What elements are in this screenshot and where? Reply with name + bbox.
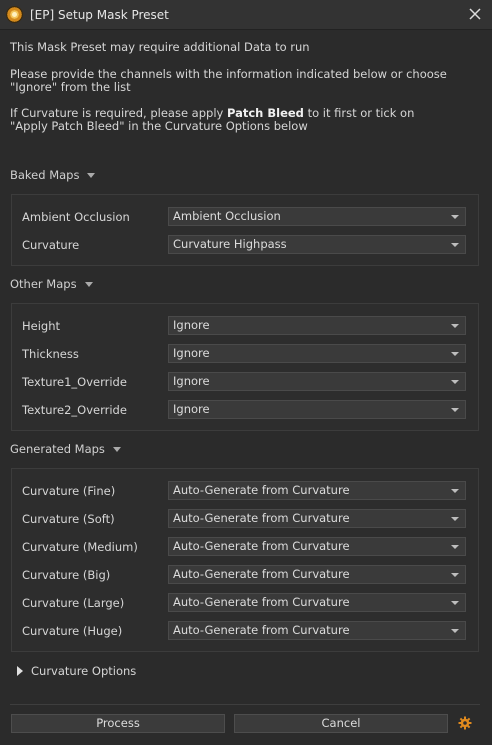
gear-icon[interactable] <box>458 716 472 730</box>
chevron-down-icon <box>451 243 459 247</box>
curvature-select[interactable]: Curvature Highpass <box>168 235 466 254</box>
chevron-down-icon <box>451 545 459 549</box>
height-select[interactable]: Ignore <box>168 316 466 335</box>
curvature-soft-select[interactable]: Auto-Generate from Curvature <box>168 509 466 528</box>
chevron-down-icon <box>451 324 459 328</box>
curvature-fine-select[interactable]: Auto-Generate from Curvature <box>168 481 466 500</box>
cancel-button[interactable]: Cancel <box>234 714 448 733</box>
section-other-maps[interactable]: Other Maps <box>10 277 93 291</box>
curvature-huge-select[interactable]: Auto-Generate from Curvature <box>168 621 466 640</box>
chevron-down-icon <box>451 380 459 384</box>
row-label-texture1-override: Texture1_Override <box>22 375 127 389</box>
select-value: Ignore <box>173 402 210 416</box>
curvature-large-select[interactable]: Auto-Generate from Curvature <box>168 593 466 612</box>
chevron-down-icon <box>451 352 459 356</box>
row-label-ambient-occlusion: Ambient Occlusion <box>22 210 130 224</box>
curvature-options-toggle[interactable]: Curvature Options <box>17 664 136 678</box>
chevron-down-icon <box>84 282 93 287</box>
close-icon[interactable] <box>466 5 484 23</box>
select-value: Auto-Generate from Curvature <box>173 483 350 497</box>
app-logo-icon <box>6 6 23 23</box>
caret-right-icon <box>17 666 23 676</box>
intro-line-1: This Mask Preset may require additional … <box>10 40 310 54</box>
select-value: Auto-Generate from Curvature <box>173 595 350 609</box>
row-label-curvature-medium: Curvature (Medium) <box>22 540 138 554</box>
row-label-curvature-large: Curvature (Large) <box>22 596 125 610</box>
chevron-down-icon <box>451 408 459 412</box>
select-value: Ambient Occlusion <box>173 209 281 223</box>
row-label-curvature-soft: Curvature (Soft) <box>22 512 115 526</box>
chevron-down-icon <box>451 573 459 577</box>
curvature-big-select[interactable]: Auto-Generate from Curvature <box>168 565 466 584</box>
select-value: Auto-Generate from Curvature <box>173 539 350 553</box>
select-value: Ignore <box>173 374 210 388</box>
intro-line-2b: "Ignore" from the list <box>10 80 131 94</box>
window-title: [EP] Setup Mask Preset <box>30 8 169 22</box>
chevron-down-icon <box>451 489 459 493</box>
process-button[interactable]: Process <box>11 714 225 733</box>
footer-divider <box>10 704 480 705</box>
chevron-down-icon <box>451 215 459 219</box>
intro-line-3b: "Apply Patch Bleed" in the Curvature Opt… <box>10 119 308 133</box>
chevron-down-icon <box>112 447 121 452</box>
chevron-down-icon <box>451 517 459 521</box>
intro-line-3-suffix: to it first or tick on <box>303 106 415 120</box>
baked-maps-group <box>11 194 479 266</box>
chevron-down-icon <box>451 629 459 633</box>
select-value: Auto-Generate from Curvature <box>173 623 350 637</box>
intro-line-3-prefix: If Curvature is required, please apply <box>10 106 227 120</box>
row-label-curvature-big: Curvature (Big) <box>22 568 111 582</box>
row-label-curvature-huge: Curvature (Huge) <box>22 624 123 638</box>
chevron-down-icon <box>451 601 459 605</box>
row-label-curvature-fine: Curvature (Fine) <box>22 484 116 498</box>
row-label-height: Height <box>22 319 61 333</box>
curvature-medium-select[interactable]: Auto-Generate from Curvature <box>168 537 466 556</box>
title-bar: [EP] Setup Mask Preset <box>0 0 492 30</box>
section-baked-maps[interactable]: Baked Maps <box>10 168 96 182</box>
select-value: Auto-Generate from Curvature <box>173 511 350 525</box>
row-label-texture2-override: Texture2_Override <box>22 403 127 417</box>
patch-bleed-emphasis: Patch Bleed <box>226 106 304 120</box>
thickness-select[interactable]: Ignore <box>168 344 466 363</box>
curvature-options-label: Curvature Options <box>31 664 137 678</box>
row-label-curvature: Curvature <box>22 238 80 252</box>
section-other-maps-title: Other Maps <box>10 277 77 291</box>
select-value: Auto-Generate from Curvature <box>173 567 350 581</box>
section-baked-maps-title: Baked Maps <box>10 168 80 182</box>
chevron-down-icon <box>87 173 96 178</box>
select-value: Ignore <box>173 318 210 332</box>
texture1-override-select[interactable]: Ignore <box>168 372 466 391</box>
section-generated-maps[interactable]: Generated Maps <box>10 442 121 456</box>
texture2-override-select[interactable]: Ignore <box>168 400 466 419</box>
select-value: Curvature Highpass <box>173 237 287 251</box>
ambient-occlusion-select[interactable]: Ambient Occlusion <box>168 207 466 226</box>
section-generated-maps-title: Generated Maps <box>10 442 105 456</box>
select-value: Ignore <box>173 346 210 360</box>
row-label-thickness: Thickness <box>22 347 79 361</box>
